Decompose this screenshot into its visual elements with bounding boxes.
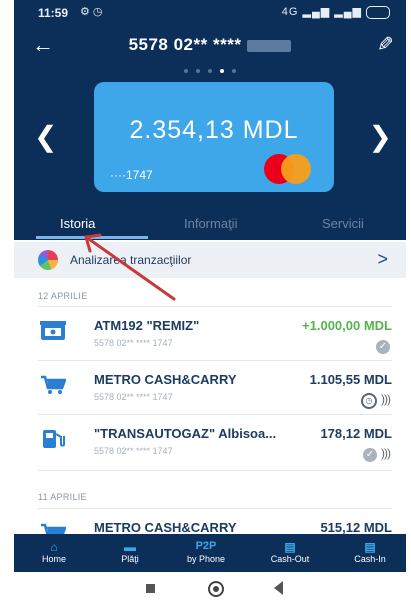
nav-label: Plăţi xyxy=(121,554,139,564)
wallet-icon: ▬ xyxy=(124,540,136,554)
transaction-analysis-row[interactable]: Analizarea tranzacţiilor > xyxy=(14,242,406,278)
divider xyxy=(38,360,392,361)
atm-icon: ▤ xyxy=(364,540,376,554)
annotation-arrow-icon xyxy=(84,233,176,301)
divider xyxy=(38,508,392,509)
next-card-chevron-icon[interactable]: ❯ xyxy=(369,120,392,153)
contactless-icon: ))) xyxy=(381,446,391,460)
carousel-dot-active[interactable] xyxy=(220,69,224,73)
carousel-dots xyxy=(14,60,406,78)
card-balance: 2.354,13 MDL xyxy=(129,116,299,144)
amount: 515,12 MDL xyxy=(320,520,392,535)
carousel-dot[interactable] xyxy=(184,69,188,73)
bottom-navigation: ⌂ Home ▬ Plăţi P2P by Phone ▤ Cash-Out ▤… xyxy=(14,534,406,572)
home-icon: ⌂ xyxy=(50,540,58,554)
status-bar: 11:59 ⚙ ◷ 4G ▂▄▆ ▂▄▆ xyxy=(14,0,406,26)
fuel-pump-icon xyxy=(43,430,65,448)
nav-label: Cash-In xyxy=(354,554,386,564)
nav-label: Home xyxy=(41,554,66,564)
masked-digits xyxy=(247,39,292,52)
transaction-row[interactable]: "TRANSAUTOGAZ" Albisoa... 5578 02** ****… xyxy=(14,416,406,468)
bank-card[interactable]: 2.354,13 MDL ····1747 xyxy=(94,82,334,192)
shopping-cart-icon xyxy=(41,375,66,394)
amount: 178,12 MDL xyxy=(320,426,392,441)
recent-apps-icon[interactable] xyxy=(146,584,155,593)
transaction-row[interactable]: METRO CASH&CARRY 5578 02** **** 1747 1.1… xyxy=(14,362,406,414)
contactless-icon: ))) xyxy=(381,392,391,406)
status-icons: ✓))) xyxy=(363,446,391,462)
tab-informatii[interactable]: Informaţii xyxy=(184,216,237,231)
status-time: 11:59 xyxy=(38,6,69,20)
amount: 1.105,55 MDL xyxy=(309,372,392,387)
page-title: 5578 02** **** xyxy=(14,35,406,55)
check-icon: ✓ xyxy=(376,340,390,354)
nav-label: by Phone xyxy=(186,554,226,564)
p2p-icon-text: P2P xyxy=(195,540,217,552)
date-header: 11 APRILIE xyxy=(38,492,87,502)
back-triangle-icon[interactable] xyxy=(274,581,283,595)
nav-cash-out[interactable]: ▤ Cash-Out xyxy=(254,534,326,572)
carousel-dot[interactable] xyxy=(196,69,200,73)
atm-icon: ▤ xyxy=(284,540,296,554)
home-button-icon[interactable] xyxy=(208,581,224,597)
card-number: 5578 02** **** 1747 xyxy=(94,338,173,348)
card-last-digits: ····1747 xyxy=(110,168,153,182)
mastercard-logo-icon xyxy=(264,154,324,184)
carousel-dot[interactable] xyxy=(232,69,236,73)
merchant-name: METRO CASH&CARRY xyxy=(94,372,237,387)
amount: +1.000,00 MDL xyxy=(302,318,392,333)
nav-label: Cash-Out xyxy=(270,554,310,564)
card-number-title: 5578 02** **** xyxy=(128,35,242,54)
pie-chart-icon xyxy=(38,250,58,270)
nav-cash-in[interactable]: ▤ Cash-In xyxy=(334,534,406,572)
edit-pencil-icon[interactable]: ✎ xyxy=(377,32,394,57)
network-type: 4G xyxy=(281,6,299,18)
previous-card-chevron-icon[interactable]: ❮ xyxy=(34,120,57,153)
merchant-name: "TRANSAUTOGAZ" Albisoa... xyxy=(94,426,277,441)
nav-payments[interactable]: ▬ Plăţi xyxy=(94,534,166,572)
tab-servicii[interactable]: Servicii xyxy=(322,216,364,231)
battery-icon xyxy=(366,5,390,19)
status-icons: ✓ xyxy=(376,338,390,354)
card-header-area: 11:59 ⚙ ◷ 4G ▂▄▆ ▂▄▆ ← 5578 02** **** ✎ … xyxy=(14,0,406,240)
card-number: 5578 02** **** 1747 xyxy=(94,446,173,456)
divider xyxy=(38,414,392,415)
merchant-name: ATM192 "REMIZ" xyxy=(94,318,200,333)
divider xyxy=(38,306,392,307)
clock-icon: ◷ xyxy=(361,393,377,409)
carousel-dot[interactable] xyxy=(208,69,212,73)
transaction-row[interactable]: ATM192 "REMIZ" 5578 02** **** 1747 +1.00… xyxy=(14,308,406,360)
divider xyxy=(38,470,392,471)
app-screen: 11:59 ⚙ ◷ 4G ▂▄▆ ▂▄▆ ← 5578 02** **** ✎ … xyxy=(14,0,406,604)
status-icons-left: ⚙ ◷ xyxy=(80,6,103,18)
nav-p2p[interactable]: P2P by Phone xyxy=(170,534,242,572)
atm-icon xyxy=(40,321,66,340)
status-icons-right: 4G ▂▄▆ ▂▄▆ xyxy=(282,5,390,19)
system-navigation-bar xyxy=(14,572,406,604)
status-icons: ◷))) xyxy=(361,392,391,409)
card-number: 5578 02** **** 1747 xyxy=(94,392,173,402)
chevron-right-icon: > xyxy=(377,249,388,269)
tab-bar: Istoria Informaţii Servicii xyxy=(14,206,406,240)
nav-home[interactable]: ⌂ Home xyxy=(18,534,90,572)
card-header: ← 5578 02** **** ✎ xyxy=(14,30,406,60)
merchant-name: METRO CASH&CARRY xyxy=(94,520,237,535)
check-icon: ✓ xyxy=(363,448,377,462)
